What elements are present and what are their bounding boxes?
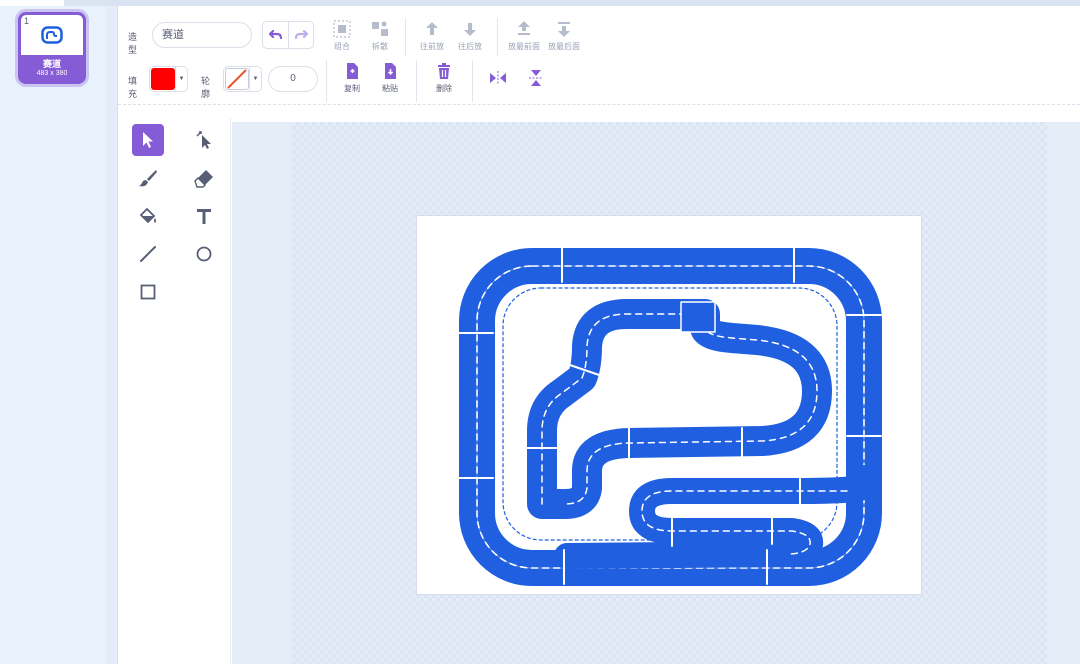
forward-button[interactable]: 往前放 — [412, 19, 452, 52]
front-button[interactable]: 放最前面 — [502, 19, 546, 52]
costume-number: 1 — [24, 16, 30, 26]
line-tool[interactable] — [132, 238, 164, 270]
outline-label: 轮廓 — [201, 76, 211, 99]
group-button[interactable]: 组合 — [322, 19, 362, 52]
drawing-canvas[interactable] — [416, 215, 922, 595]
reshape-tool[interactable] — [188, 124, 220, 156]
line-icon — [140, 246, 156, 262]
separator — [405, 18, 406, 56]
bring-to-front-icon — [518, 21, 530, 35]
redo-button[interactable] — [288, 22, 313, 48]
list-divider — [106, 6, 118, 664]
reshape-icon — [196, 131, 211, 149]
backward-icon — [464, 23, 476, 36]
separator — [497, 18, 498, 56]
costume-card[interactable]: 1 赛道 483 x 380 — [18, 12, 86, 84]
flip-vertical-button[interactable] — [516, 68, 556, 88]
paste-button[interactable]: 粘贴 — [370, 61, 410, 94]
ungroup-icon — [372, 21, 388, 36]
back-button[interactable]: 放最后面 — [542, 19, 586, 52]
forward-icon — [426, 22, 438, 35]
separator — [472, 60, 473, 102]
circle-icon — [196, 246, 212, 262]
paste-label: 粘贴 — [382, 84, 398, 93]
costume-name: 赛道 — [42, 59, 61, 69]
copy-icon — [347, 63, 358, 79]
flip-vertical-icon — [529, 70, 543, 86]
fill-label: 填充 — [128, 76, 138, 99]
forward-label: 往前放 — [420, 42, 444, 51]
trash-icon — [438, 63, 450, 79]
undo-redo-group — [262, 21, 314, 49]
select-tool[interactable] — [132, 124, 164, 156]
fill-swatch — [151, 68, 175, 90]
undo-icon — [268, 29, 282, 40]
copy-label: 复制 — [344, 84, 360, 93]
track-thumbnail-icon — [41, 26, 63, 44]
separator — [326, 60, 327, 102]
fill-color-picker[interactable]: ▼ — [149, 66, 188, 92]
delete-button[interactable]: 删除 — [424, 61, 464, 94]
canvas-area[interactable] — [232, 122, 1080, 664]
paste-icon — [385, 63, 396, 79]
circle-tool[interactable] — [188, 238, 220, 270]
delete-label: 删除 — [436, 84, 452, 93]
backward-button[interactable]: 往后放 — [450, 19, 490, 52]
brush-icon — [139, 170, 157, 187]
costume-name-input[interactable]: 赛道 — [152, 22, 252, 48]
brush-tool[interactable] — [132, 162, 164, 194]
text-tool[interactable] — [188, 200, 220, 232]
undo-button[interactable] — [263, 22, 288, 48]
eraser-icon — [194, 170, 213, 188]
costume-list: 1 赛道 483 x 380 — [0, 6, 106, 664]
back-label: 放最后面 — [548, 42, 580, 51]
eraser-tool[interactable] — [188, 162, 220, 194]
fill-bucket-icon — [139, 207, 156, 224]
fill-tool[interactable] — [132, 200, 164, 232]
ungroup-label: 拆散 — [372, 42, 388, 51]
no-color-icon — [227, 69, 247, 89]
costume-thumbnail — [21, 15, 83, 55]
outline-swatch — [225, 68, 249, 90]
ungroup-button[interactable]: 拆散 — [360, 19, 400, 52]
flip-horizontal-button[interactable] — [478, 68, 518, 88]
dropdown-arrow-icon: ▼ — [249, 67, 261, 91]
copy-button[interactable]: 复制 — [332, 61, 372, 94]
costume-size: 483 x 380 — [36, 70, 68, 77]
text-icon — [197, 209, 211, 224]
costume-label: 造型 — [128, 32, 138, 55]
palette-divider — [230, 118, 231, 664]
select-icon — [143, 132, 153, 148]
outline-width-input[interactable]: 0 — [268, 66, 318, 92]
backward-label: 往后放 — [458, 42, 482, 51]
send-to-back-icon — [558, 22, 570, 37]
toolbar-divider — [118, 104, 1080, 105]
dropdown-arrow-icon: ▼ — [175, 67, 187, 91]
group-icon — [333, 20, 351, 38]
rectangle-tool[interactable] — [132, 276, 164, 308]
redo-icon — [294, 29, 308, 40]
separator — [416, 60, 417, 102]
front-label: 放最前面 — [508, 42, 540, 51]
group-label: 组合 — [334, 42, 350, 51]
flip-horizontal-icon — [490, 71, 506, 85]
rectangle-icon — [140, 284, 156, 300]
race-track-drawing[interactable] — [417, 216, 923, 596]
outline-color-picker[interactable]: ▼ — [223, 66, 262, 92]
